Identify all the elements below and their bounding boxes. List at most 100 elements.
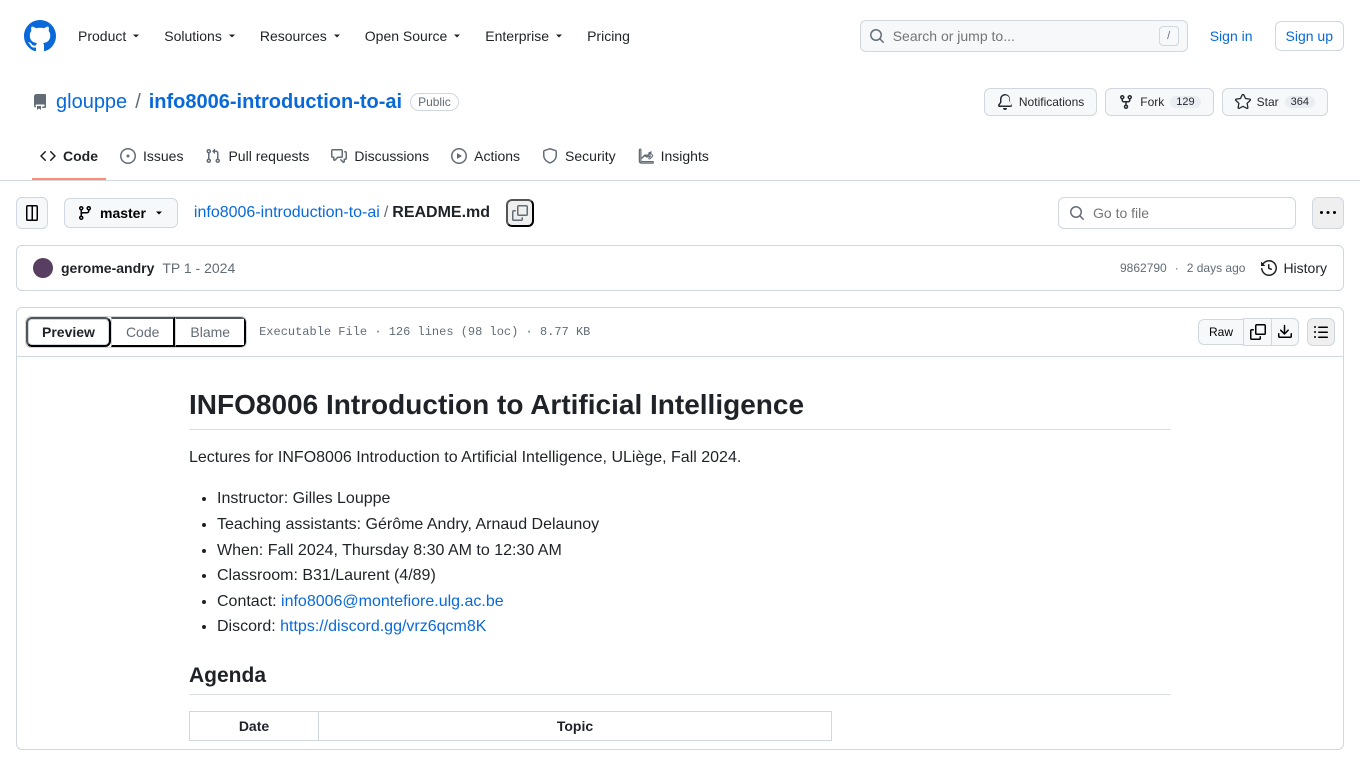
- breadcrumb-file: README.md: [392, 204, 490, 222]
- pr-icon: [205, 148, 221, 164]
- readme-li-contact: Contact: info8006@montefiore.ulg.ac.be: [217, 589, 1171, 615]
- seg-blame[interactable]: Blame: [175, 317, 246, 347]
- nav-solutions[interactable]: Solutions: [156, 22, 246, 50]
- history-link[interactable]: History: [1261, 260, 1327, 276]
- bell-icon: [997, 94, 1013, 110]
- readme-li-instructor: Instructor: Gilles Louppe: [217, 486, 1171, 512]
- breadcrumb-root[interactable]: info8006-introduction-to-ai: [194, 204, 380, 222]
- readme-li-classroom: Classroom: B31/Laurent (4/89): [217, 563, 1171, 589]
- github-logo[interactable]: [24, 20, 56, 52]
- readme-body: INFO8006 Introduction to Artificial Inte…: [17, 357, 1343, 749]
- file-toolbar: master info8006-introduction-to-ai / REA…: [16, 197, 1344, 245]
- global-header: Product Solutions Resources Open Source …: [0, 0, 1360, 72]
- repo-name-link[interactable]: info8006-introduction-to-ai: [149, 91, 402, 114]
- search-icon: [869, 28, 885, 44]
- side-panel-toggle[interactable]: [16, 197, 48, 229]
- agenda-th-date: Date: [190, 712, 319, 741]
- seg-preview[interactable]: Preview: [26, 317, 111, 347]
- commit-date: 2 days ago: [1187, 261, 1246, 275]
- branch-select-button[interactable]: master: [64, 198, 178, 228]
- outline-button[interactable]: [1307, 318, 1335, 346]
- repo-icon: [32, 94, 48, 110]
- readme-h2-agenda: Agenda: [189, 664, 1171, 695]
- primary-nav: Product Solutions Resources Open Source …: [70, 22, 638, 50]
- branch-name: master: [100, 205, 146, 221]
- readme-li-when: When: Fall 2024, Thursday 8:30 AM to 12:…: [217, 538, 1171, 564]
- readme-intro: Lectures for INFO8006 Introduction to Ar…: [189, 446, 1171, 470]
- repo-slash: /: [135, 91, 141, 114]
- repo-nav: Code Issues Pull requests Discussions Ac…: [0, 132, 1360, 181]
- commit-sha[interactable]: 9862790: [1120, 261, 1167, 275]
- readme-h1: INFO8006 Introduction to Artificial Inte…: [189, 389, 1171, 430]
- code-icon: [40, 148, 56, 164]
- tab-code[interactable]: Code: [32, 140, 106, 180]
- download-icon: [1277, 324, 1293, 340]
- repo-owner-link[interactable]: glouppe: [56, 91, 127, 114]
- tab-issues[interactable]: Issues: [112, 140, 191, 180]
- search-icon: [1069, 205, 1085, 221]
- go-to-file-field[interactable]: [1093, 205, 1285, 221]
- nav-product[interactable]: Product: [70, 22, 150, 50]
- copy-path-button[interactable]: [506, 199, 534, 227]
- tab-discussions[interactable]: Discussions: [323, 140, 437, 180]
- avatar[interactable]: [33, 258, 53, 278]
- star-label: Star: [1257, 95, 1279, 109]
- readme-li-discord: Discord: https://discord.gg/vrz6qcm8K: [217, 614, 1171, 640]
- star-count: 364: [1285, 96, 1315, 108]
- fork-button[interactable]: Fork 129: [1105, 88, 1213, 116]
- notifications-button[interactable]: Notifications: [984, 88, 1097, 116]
- branch-icon: [77, 205, 93, 221]
- copy-raw-button[interactable]: [1243, 318, 1271, 346]
- slash-shortcut-hint: /: [1159, 26, 1179, 46]
- sign-up-button[interactable]: Sign up: [1275, 21, 1344, 51]
- history-icon: [1261, 260, 1277, 276]
- fork-count: 129: [1170, 96, 1200, 108]
- notifications-label: Notifications: [1019, 95, 1084, 109]
- kebab-icon: [1320, 205, 1336, 221]
- raw-button[interactable]: Raw: [1198, 319, 1243, 345]
- contact-email-link[interactable]: info8006@montefiore.ulg.ac.be: [281, 593, 504, 610]
- search-input[interactable]: /: [860, 20, 1188, 52]
- security-icon: [542, 148, 558, 164]
- file-box-header: Preview Code Blame Executable File · 126…: [17, 308, 1343, 357]
- more-options-button[interactable]: [1312, 197, 1344, 229]
- fork-icon: [1118, 94, 1134, 110]
- discussions-icon: [331, 148, 347, 164]
- commit-message[interactable]: TP 1 - 2024: [162, 260, 235, 276]
- commit-sep: ·: [1175, 261, 1179, 275]
- copy-icon: [512, 205, 528, 221]
- discord-link[interactable]: https://discord.gg/vrz6qcm8K: [280, 618, 486, 635]
- fork-label: Fork: [1140, 95, 1164, 109]
- star-icon: [1235, 94, 1251, 110]
- sidebar-icon: [24, 205, 40, 221]
- nav-pricing[interactable]: Pricing: [579, 22, 638, 50]
- seg-code[interactable]: Code: [111, 317, 175, 347]
- tab-pull-requests[interactable]: Pull requests: [197, 140, 317, 180]
- copy-icon: [1250, 324, 1266, 340]
- visibility-badge: Public: [410, 93, 459, 111]
- search-field[interactable]: [893, 28, 1151, 44]
- nav-resources[interactable]: Resources: [252, 22, 351, 50]
- actions-icon: [451, 148, 467, 164]
- commit-author-link[interactable]: gerome-andry: [61, 260, 154, 276]
- sign-in-link[interactable]: Sign in: [1202, 22, 1261, 50]
- go-to-file-input[interactable]: [1058, 197, 1296, 229]
- view-mode-segment: Preview Code Blame: [25, 316, 247, 348]
- file-meta: Executable File · 126 lines (98 loc) · 8…: [259, 325, 590, 339]
- tab-insights[interactable]: Insights: [630, 140, 717, 180]
- download-button[interactable]: [1271, 318, 1299, 346]
- tab-security[interactable]: Security: [534, 140, 624, 180]
- commit-bar: gerome-andry TP 1 - 2024 9862790 · 2 day…: [16, 245, 1344, 291]
- agenda-table: Date Topic: [189, 711, 832, 741]
- nav-open-source[interactable]: Open Source: [357, 22, 472, 50]
- tab-actions[interactable]: Actions: [443, 140, 528, 180]
- breadcrumb: info8006-introduction-to-ai / README.md: [194, 204, 490, 222]
- repo-header: glouppe / info8006-introduction-to-ai Pu…: [0, 72, 1360, 116]
- chevron-down-icon: [153, 207, 165, 219]
- star-button[interactable]: Star 364: [1222, 88, 1328, 116]
- nav-enterprise[interactable]: Enterprise: [477, 22, 573, 50]
- list-icon: [1313, 324, 1329, 340]
- insights-icon: [638, 148, 654, 164]
- issues-icon: [120, 148, 136, 164]
- file-box: Preview Code Blame Executable File · 126…: [16, 307, 1344, 750]
